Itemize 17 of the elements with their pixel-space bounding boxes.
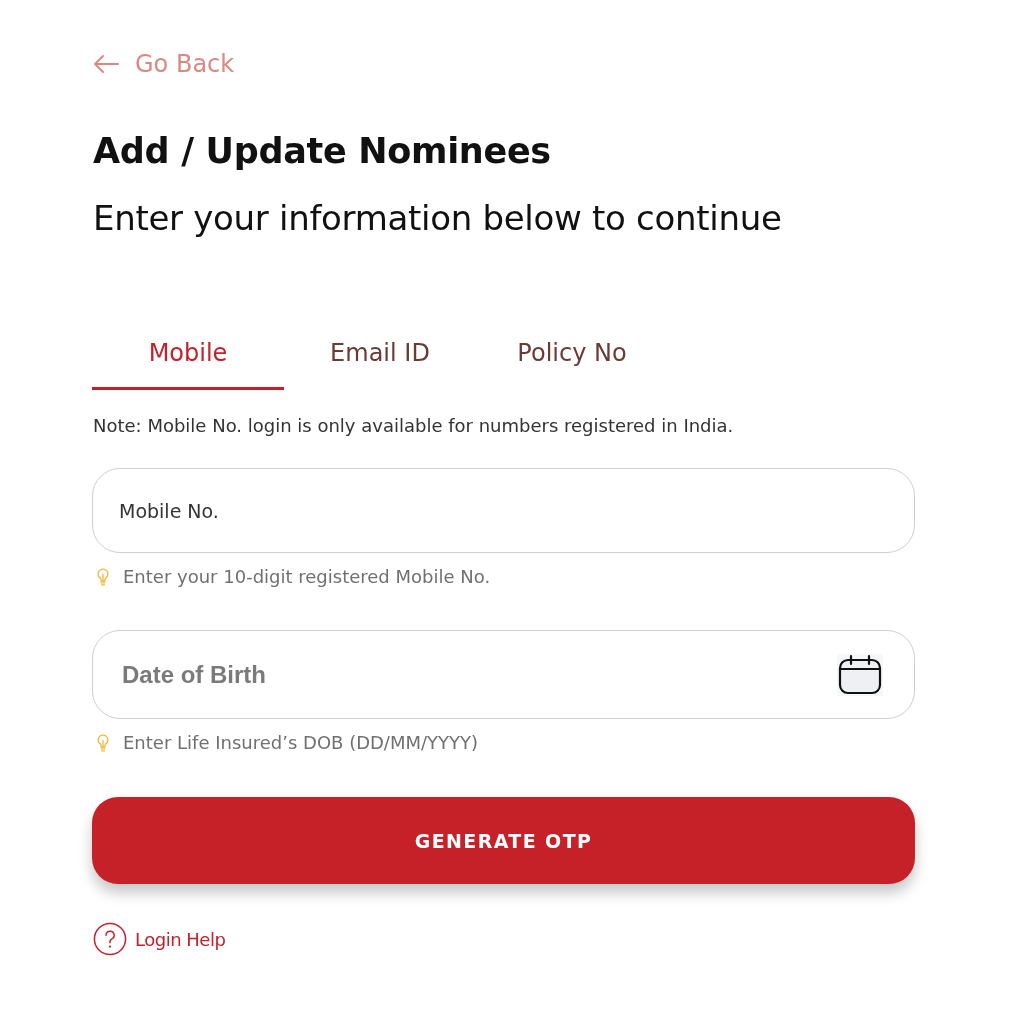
date-of-birth-field[interactable]: Date of Birth [92, 630, 915, 719]
lightbulb-icon [97, 568, 109, 586]
mobile-number-field[interactable]: Mobile No. [92, 468, 915, 553]
calendar-icon[interactable] [837, 654, 883, 696]
lightbulb-icon [97, 734, 109, 752]
login-method-tab[interactable]: Policy No [476, 322, 668, 390]
field-hint: Enter your 10-digit registered Mobile No. [123, 565, 491, 589]
field-hint: Enter Life Insured’s DOB (DD/MM/YYYY) [123, 731, 479, 755]
generate-otp-button[interactable]: GENERATE OTP [92, 797, 915, 884]
login-help-link[interactable]: Login Help [93, 922, 226, 956]
login-method-tab[interactable]: Mobile [92, 322, 284, 390]
back-arrow-icon [93, 54, 119, 74]
page-title: Add / Update Nominees [93, 130, 552, 173]
help-icon [93, 922, 127, 956]
note-text: Note: Mobile No. login is only available for numbers registered in India. [93, 414, 735, 438]
page-subtitle: Enter your information below to continue [93, 197, 783, 240]
login-method-tab[interactable]: Email ID [284, 322, 476, 390]
